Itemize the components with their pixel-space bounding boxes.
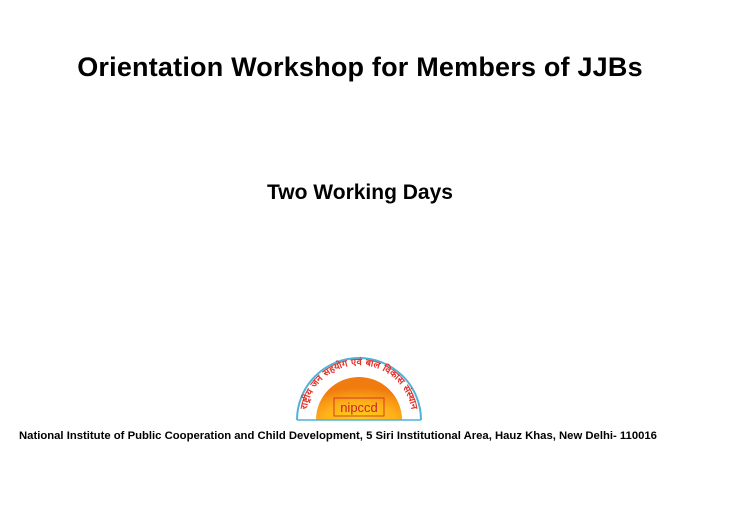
logo-wordmark: nipccd: [340, 400, 378, 415]
footer-address: National Institute of Public Cooperation…: [19, 430, 657, 442]
document-title: Orientation Workshop for Members of JJBs: [77, 52, 643, 82]
logo-graphic: राष्ट्रीय जन सहयोग एवं बाल विकास संस्थान…: [296, 356, 422, 421]
nipccd-logo-icon: राष्ट्रीय जन सहयोग एवं बाल विकास संस्थान…: [292, 356, 426, 422]
document-subtitle: Two Working Days: [267, 181, 453, 204]
